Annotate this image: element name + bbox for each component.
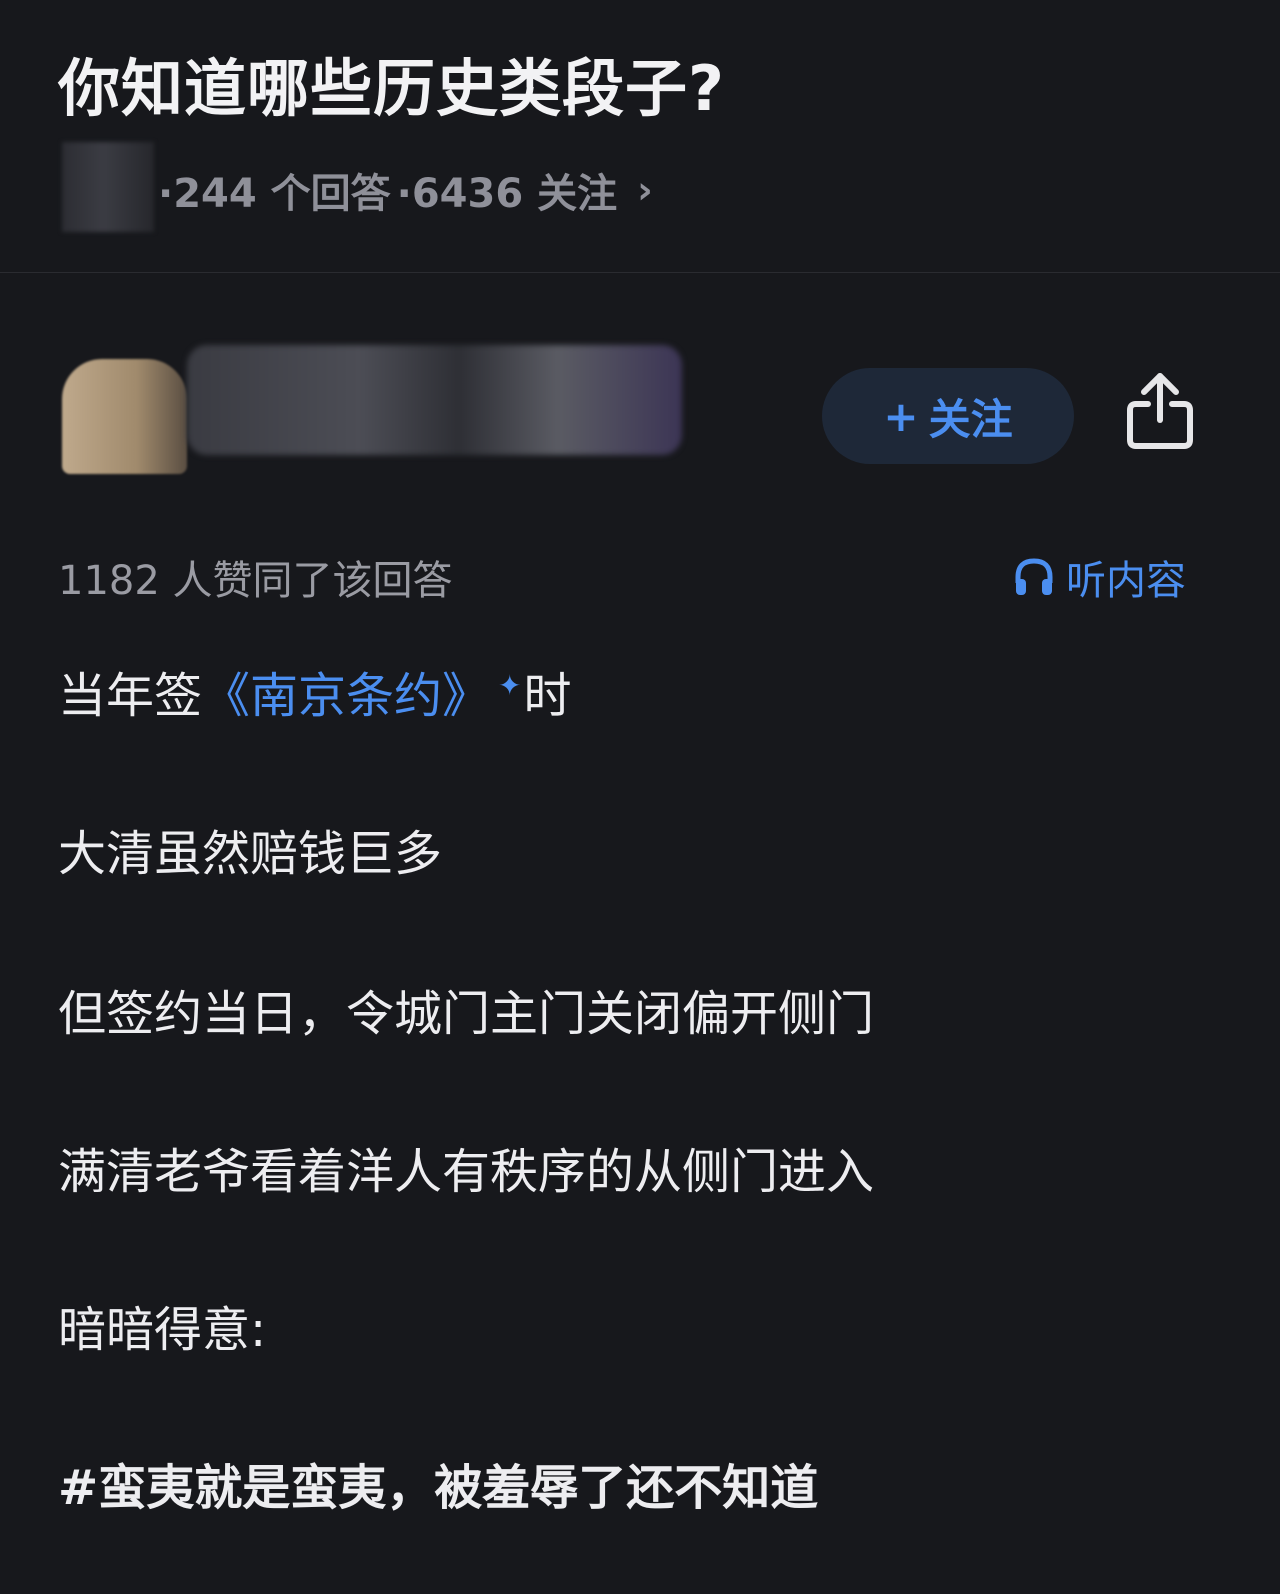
follow-count: ·6436 关注 xyxy=(396,171,618,217)
follow-button-label: 关注 xyxy=(928,394,1013,444)
avatar[interactable] xyxy=(62,359,187,474)
divider xyxy=(0,272,1280,273)
answer-paragraph: 大清虽然赔钱巨多 xyxy=(58,826,443,882)
answer-paragraph: 当年签《南京条约》 ✦时 xyxy=(58,656,572,726)
answers-count: ·244 个回答 xyxy=(158,171,391,217)
follow-button[interactable]: + 关注 xyxy=(822,368,1074,464)
question-title[interactable]: 你知道哪些历史类段子? xyxy=(58,38,725,128)
answer-paragraph: 但签约当日，令城门主门关闭偏开侧门 xyxy=(58,986,875,1042)
headphones-icon xyxy=(1015,558,1053,595)
author-name[interactable] xyxy=(187,345,682,455)
author-info-blurred[interactable] xyxy=(62,345,682,475)
plus-icon: + xyxy=(883,391,919,441)
treaty-link[interactable]: 《南京条约》 xyxy=(202,668,490,724)
listen-label: 听内容 xyxy=(1066,558,1186,604)
answer-paragraph: 满清老爷看着洋人有秩序的从侧门进入 xyxy=(58,1144,875,1200)
paragraph-text: 当年签 xyxy=(58,668,203,724)
answer-paragraph: #蛮夷就是蛮夷，被羞辱了还不知道 xyxy=(58,1460,819,1516)
sparkle-icon: ✦ xyxy=(498,669,522,702)
share-icon[interactable] xyxy=(1124,370,1196,450)
paragraph-text: 时 xyxy=(523,668,572,724)
chevron-right-icon[interactable]: › xyxy=(637,168,653,212)
question-meta[interactable]: ·244 个回答 ·6436 关注 › xyxy=(62,142,653,232)
blurred-topic xyxy=(62,142,154,232)
listen-button[interactable]: 听内容 xyxy=(1012,548,1186,606)
upvote-count: 1182 人赞同了该回答 xyxy=(58,558,453,604)
answer-paragraph: 暗暗得意: xyxy=(58,1302,267,1358)
